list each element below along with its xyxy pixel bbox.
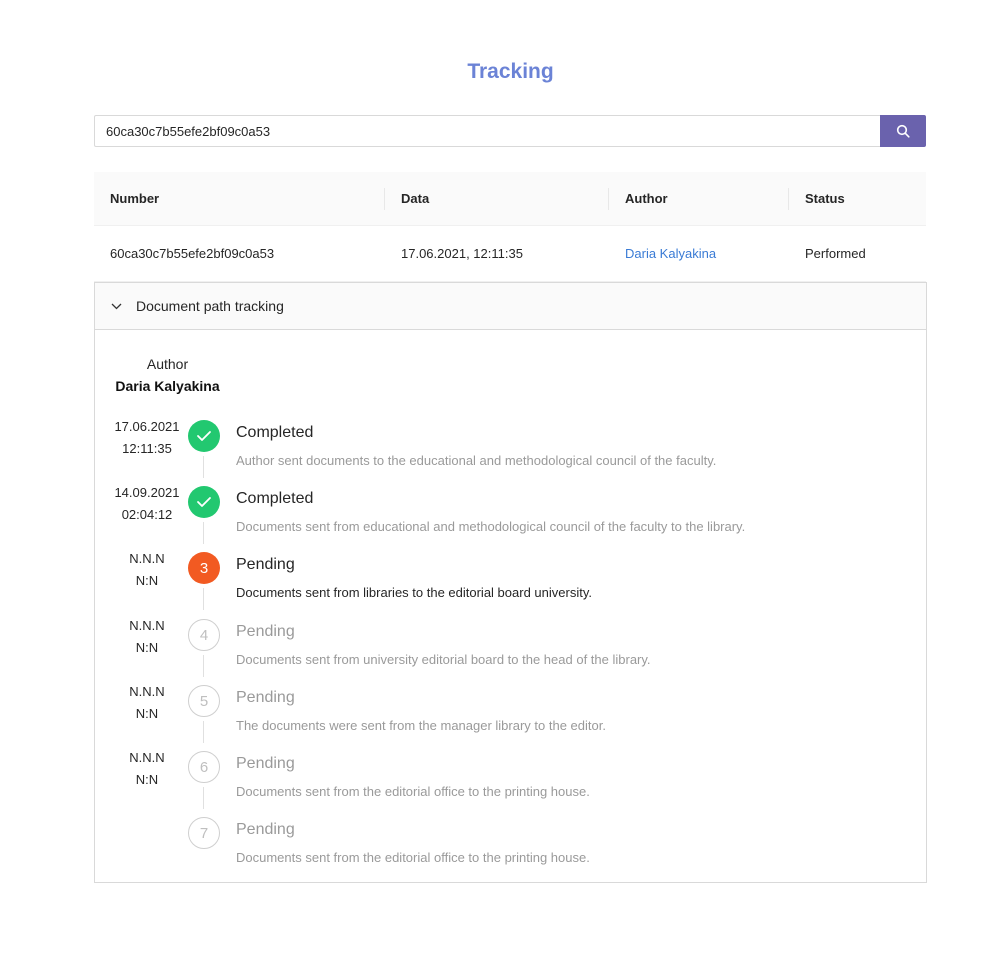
column-divider [608, 188, 609, 210]
author-label: Author [146, 356, 189, 372]
step-title: Pending [236, 556, 295, 573]
timeline-step: 7 Pending Documents sent from the editoria… [95, 813, 928, 879]
step-timestamp: N.N.N N:N [95, 681, 199, 725]
step-timestamp: N.N.N N:N [95, 548, 199, 592]
step-connector [203, 721, 204, 743]
step-time: N:N [135, 573, 159, 588]
step-connector [203, 655, 204, 677]
step-timestamp: 17.06.2021 12:11:35 [95, 416, 199, 460]
step-date: N.N.N [129, 750, 165, 765]
step-date: 14.09.2021 [114, 485, 180, 500]
column-divider [788, 188, 789, 210]
step-title: Pending [236, 755, 295, 772]
step-description: Documents sent from university editorial… [236, 652, 651, 667]
panel-title: Document path tracking [136, 298, 284, 314]
timeline-step: 14.09.2021 02:04:12 Completed Documents sen… [95, 482, 928, 548]
timeline-step: N.N.N N:N 4 Pending Documents sent from univ… [95, 615, 928, 681]
step-number-icon: 6 [188, 751, 220, 783]
column-divider [384, 188, 385, 210]
step-title: Pending [236, 689, 295, 706]
cell-number: 60ca30c7b55efe2bf09c0a53 [110, 246, 275, 261]
step-date: 17.06.2021 [114, 419, 180, 434]
step-time: N:N [135, 706, 159, 721]
step-timestamp: N.N.N N:N [95, 747, 199, 791]
step-title: Pending [236, 623, 295, 640]
step-title: Completed [236, 490, 314, 507]
step-time: 02:04:12 [121, 507, 173, 522]
step-description: Documents sent from the editorial office… [236, 784, 590, 799]
step-connector [203, 456, 204, 478]
step-description: Documents sent from libraries to the edi… [236, 585, 592, 600]
step-number-icon: 4 [188, 619, 220, 651]
cell-author-link[interactable]: Daria Kalyakina [625, 226, 716, 281]
search-bar [94, 115, 926, 147]
table-header: Number Data Author Status [94, 172, 926, 226]
tracking-table: Number Data Author Status 60ca30c7b55efe… [94, 172, 926, 282]
step-description: Author sent documents to the educational… [236, 453, 717, 468]
step-time: N:N [135, 772, 159, 787]
cell-status: Performed [805, 246, 866, 261]
step-number-icon: 5 [188, 685, 220, 717]
step-description: The documents were sent from the manager… [236, 718, 606, 733]
table-row[interactable]: 60ca30c7b55efe2bf09c0a53 17.06.2021, 12:… [94, 226, 926, 282]
step-title: Pending [236, 821, 295, 838]
check-icon [188, 486, 220, 518]
step-connector [203, 522, 204, 544]
step-connector [203, 588, 204, 610]
search-button[interactable] [880, 115, 926, 147]
timeline-step: N.N.N N:N 5 Pending The documents were sent … [95, 681, 928, 747]
step-timestamp: 14.09.2021 02:04:12 [95, 482, 199, 526]
step-time: 12:11:35 [122, 441, 172, 456]
column-header-status[interactable]: Status [805, 172, 845, 225]
column-header-number[interactable]: Number [110, 172, 159, 225]
step-number-icon: 7 [188, 817, 220, 849]
cell-date: 17.06.2021, 12:11:35 [401, 246, 523, 261]
step-date: N.N.N [129, 618, 165, 633]
author-block: Author Daria Kalyakina [95, 356, 240, 394]
column-header-data[interactable]: Data [401, 172, 429, 225]
check-icon [188, 420, 220, 452]
chevron-down-icon [111, 300, 123, 312]
step-date: N.N.N [129, 551, 165, 566]
author-name: Daria Kalyakina [115, 378, 220, 394]
step-time: N:N [135, 640, 159, 655]
step-date: N.N.N [129, 684, 165, 699]
search-input[interactable] [94, 115, 880, 147]
document-tracking-panel: Document path tracking Author Daria Kaly… [94, 282, 927, 883]
page-title: Tracking [467, 60, 554, 83]
step-timestamp: N.N.N N:N [95, 615, 199, 659]
step-title: Completed [236, 424, 314, 441]
panel-header[interactable]: Document path tracking [95, 283, 926, 330]
step-connector [203, 787, 204, 809]
step-description: Documents sent from the editorial office… [236, 850, 590, 865]
search-icon [896, 124, 910, 138]
timeline-step: 17.06.2021 12:11:35 Completed Author sent d… [95, 416, 928, 482]
column-header-author[interactable]: Author [625, 172, 668, 225]
timeline-step: N.N.N N:N 3 Pending Documents sent from libr… [95, 548, 928, 614]
timeline-step: N.N.N N:N 6 Pending Documents sent from the … [95, 747, 928, 813]
step-description: Documents sent from educational and meth… [236, 519, 746, 534]
step-number-icon: 3 [188, 552, 220, 584]
